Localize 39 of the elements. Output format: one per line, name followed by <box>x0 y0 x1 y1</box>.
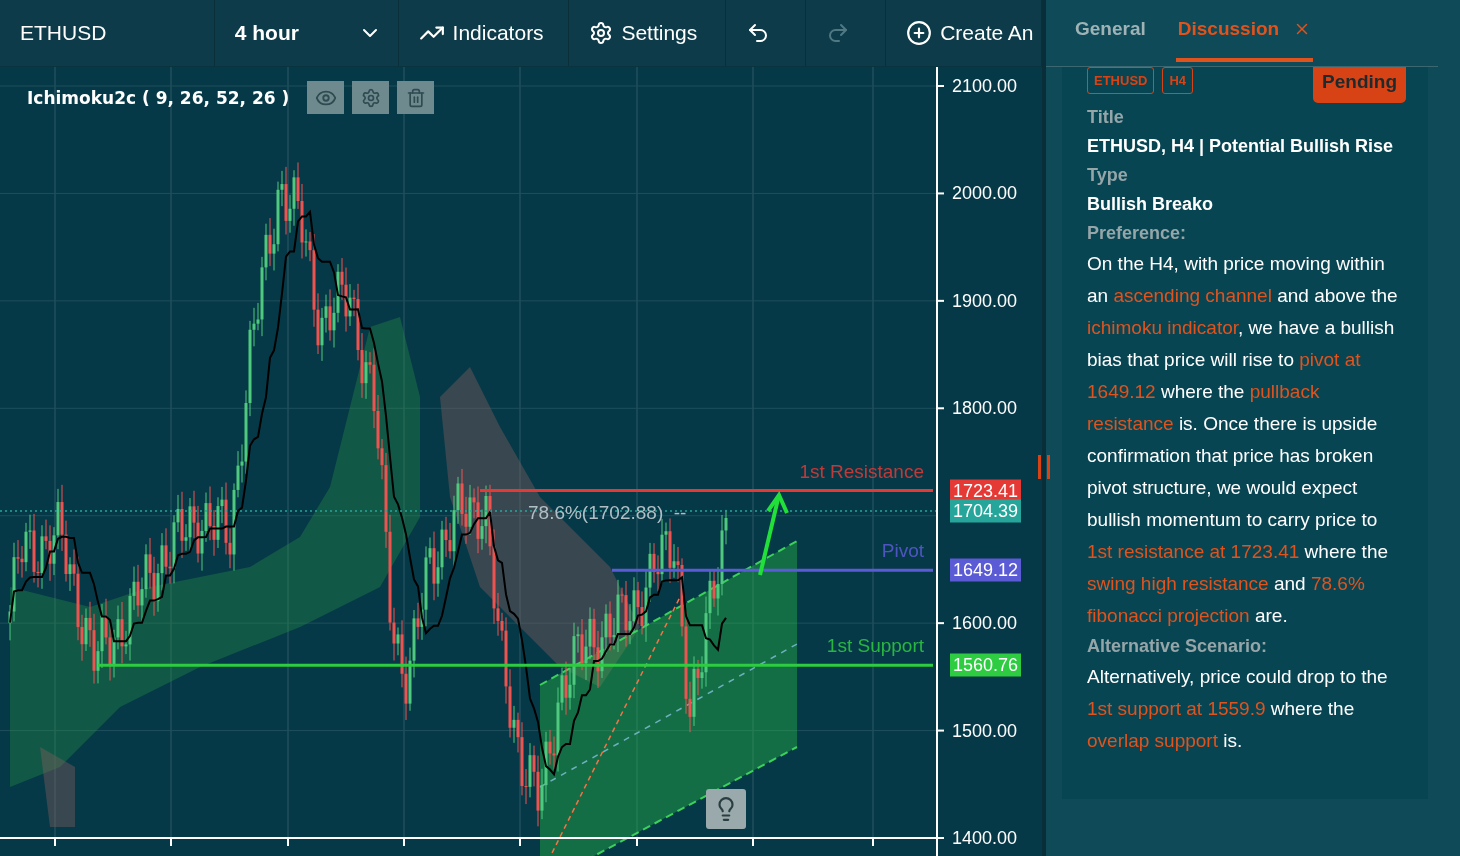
level-label: 1st Support <box>826 635 924 658</box>
fibonacci-label: 78.6%(1702.88) -- <box>528 501 687 524</box>
create-button[interactable]: Create An <box>906 20 1034 46</box>
price-tag: 1560.76 <box>950 653 1022 677</box>
settings-button[interactable]: Settings <box>589 21 698 45</box>
price-axis-label: 1400.00 <box>952 827 1018 849</box>
field-label: Title <box>1087 107 1125 128</box>
field-value: ETHUSD, H4 | Potential Bullish Rise <box>1087 136 1395 157</box>
price-axis-label: 1600.00 <box>952 612 1018 634</box>
price-axis-label: 2100.00 <box>952 75 1018 97</box>
indicators-button[interactable]: Indicators <box>418 20 544 46</box>
delete-button[interactable] <box>397 81 435 114</box>
price-axis-label: 2000.00 <box>952 182 1018 204</box>
visibility-button[interactable] <box>307 81 345 114</box>
field-value: Bullish Breako <box>1087 194 1215 215</box>
idea-button[interactable] <box>706 789 746 829</box>
interval-dropdown[interactable]: 4 hour <box>234 21 382 45</box>
settings-button[interactable] <box>352 81 390 114</box>
price-axis-label: 1900.00 <box>952 290 1018 312</box>
settings-icon <box>360 87 381 108</box>
price-axis-label: 1500.00 <box>952 720 1018 742</box>
level-label: Pivot <box>881 540 924 563</box>
section-paragraph: Alternatively, price could drop to the 1st support at 1559.9 where the overlap support is. <box>1087 665 1389 753</box>
tag: H4 <box>1162 67 1194 94</box>
settings-icon <box>589 21 614 45</box>
indicator-label: Ichimoku2c ( 9, 26, 52, 26 ) <box>27 87 290 108</box>
symbol-label: ETHUSD <box>20 21 107 45</box>
level-label: 1st Resistance <box>799 460 924 483</box>
panel-tab[interactable]: General <box>1073 0 1148 62</box>
price-axis-label: 1800.00 <box>952 397 1018 419</box>
price-tag: 1704.39 <box>950 499 1022 523</box>
plus-circle-icon <box>906 20 933 46</box>
section-paragraph: On the H4, with price moving within an ascending channel and above the ichimoku indicator, we have a bullish bias that price will rise to pivot at 1649.12 where the pullback resistance is. Once there is upside confirmation that price has broken pivot structure, we would expect bullish momentum to carry price to 1st resistance at 1723.41 where the swing high resistance and 78.6% fibonacci projection are. <box>1087 252 1399 628</box>
field-label: Type <box>1087 165 1129 186</box>
price-tag: 1649.12 <box>950 558 1022 582</box>
trash-icon <box>405 87 426 108</box>
tag: ETHUSD <box>1087 67 1155 94</box>
section-label: Alternative Scenario: <box>1087 636 1269 657</box>
section-label: Preference: <box>1087 223 1188 244</box>
